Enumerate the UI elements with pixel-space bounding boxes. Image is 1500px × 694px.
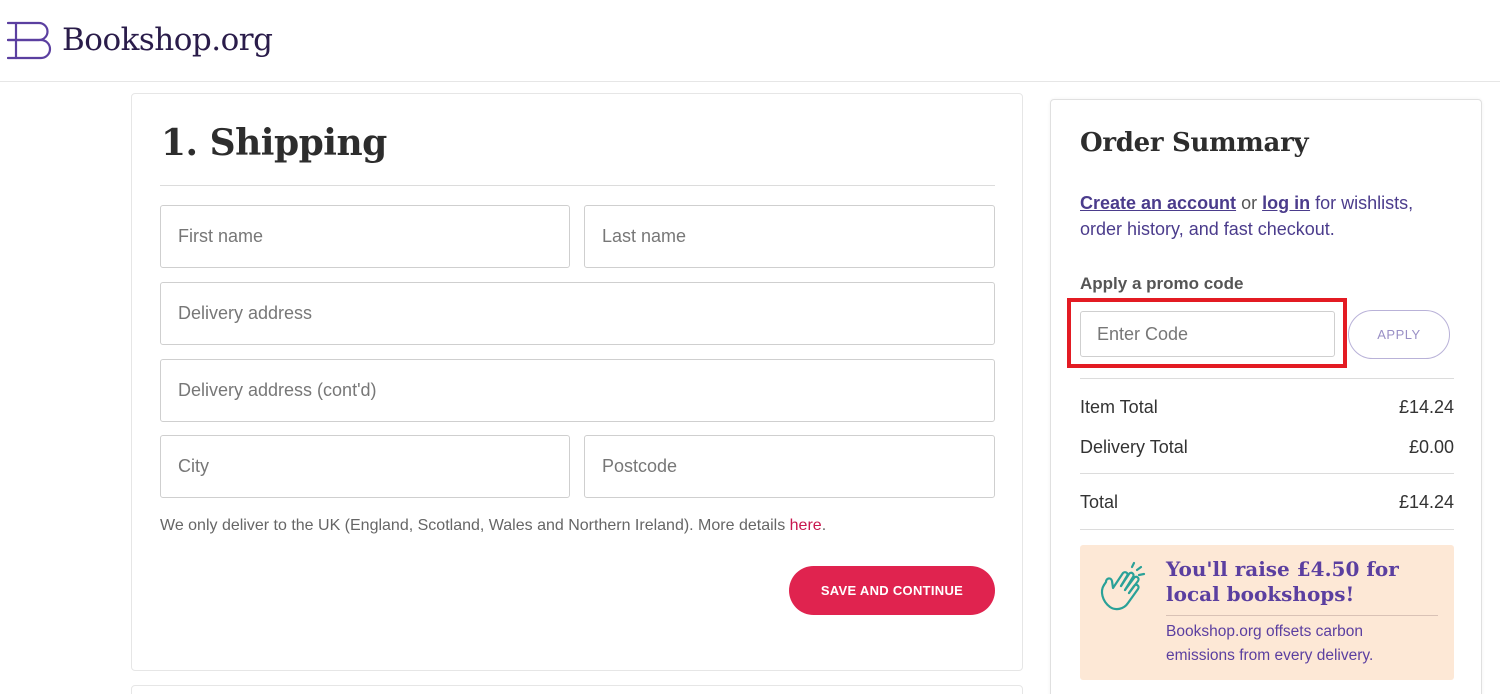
delivery-note-end: .: [821, 517, 827, 534]
clapping-hands-icon: [1100, 561, 1146, 611]
logo-text: Bookshop.org: [62, 22, 273, 58]
shipping-card: 1. Shipping We only deliver to the UK (E…: [131, 93, 1023, 671]
order-summary-title: Order Summary: [1080, 128, 1309, 158]
raise-text: Bookshop.org offsets carbon emissions fr…: [1166, 623, 1374, 664]
order-summary-card: Order Summary Create an account or log i…: [1050, 99, 1482, 694]
shipping-divider: [160, 185, 995, 186]
raise-divider: [1166, 615, 1438, 616]
delivery-address-2-input[interactable]: [160, 359, 995, 422]
delivery-total-row: Delivery Total £0.00: [1080, 437, 1454, 458]
total-value: £14.24: [1398, 492, 1454, 512]
more-details-link[interactable]: here: [790, 517, 822, 534]
site-header: Bookshop.org: [0, 0, 1500, 82]
delivery-total-label: Delivery Total: [1080, 437, 1188, 457]
postcode-input[interactable]: [584, 435, 995, 498]
summary-divider: [1080, 378, 1454, 379]
create-account-link[interactable]: Create an account: [1080, 193, 1236, 213]
bookshop-logo[interactable]: Bookshop.org: [7, 20, 273, 60]
city-input[interactable]: [160, 435, 570, 498]
total-row: Total £14.24: [1080, 492, 1454, 513]
apply-promo-button[interactable]: APPLY: [1348, 310, 1450, 359]
item-total-label: Item Total: [1080, 397, 1158, 417]
shipping-title: 1. Shipping: [161, 122, 387, 164]
or-text: or: [1236, 193, 1263, 213]
delivery-total-value: £0.00: [1408, 437, 1454, 457]
raise-title: You'll raise £4.50 for local bookshops!: [1166, 557, 1399, 606]
delivery-note-text: We only deliver to the UK (England, Scot…: [160, 517, 790, 534]
raise-banner: You'll raise £4.50 for local bookshops! …: [1080, 545, 1454, 680]
first-name-input[interactable]: [160, 205, 570, 268]
summary-divider: [1080, 473, 1454, 474]
last-name-input[interactable]: [584, 205, 995, 268]
bookshop-b-logo-icon: [7, 21, 52, 60]
delivery-note: We only deliver to the UK (England, Scot…: [160, 517, 826, 535]
promo-code-label: Apply a promo code: [1080, 274, 1244, 293]
next-step-card: [131, 685, 1023, 694]
total-label: Total: [1080, 492, 1119, 512]
account-prompt: Create an account or log in for wishlist…: [1080, 190, 1450, 242]
item-total-value: £14.24: [1398, 397, 1454, 417]
item-total-row: Item Total £14.24: [1080, 397, 1454, 418]
summary-divider: [1080, 529, 1454, 530]
log-in-link[interactable]: log in: [1262, 193, 1310, 213]
delivery-address-input[interactable]: [160, 282, 995, 345]
promo-code-input[interactable]: [1080, 311, 1335, 357]
save-and-continue-button[interactable]: SAVE AND CONTINUE: [789, 566, 995, 615]
